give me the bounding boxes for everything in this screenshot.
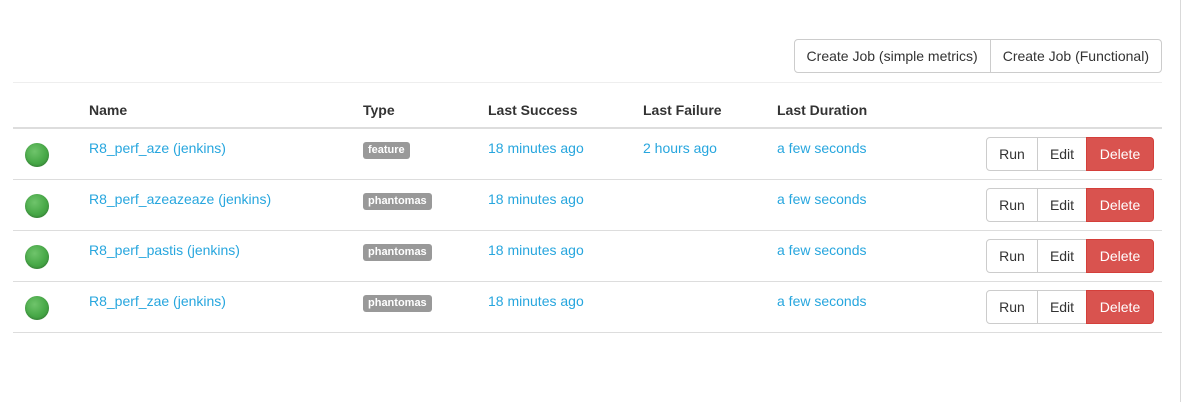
run-button[interactable]: Run — [986, 137, 1038, 171]
row-actions: Run Edit Delete — [986, 188, 1154, 222]
last-success-link[interactable]: 18 minutes ago — [488, 140, 584, 156]
table-row: R8_perf_pastis (jenkins) phantomas 18 mi… — [13, 230, 1162, 282]
job-type-badge: feature — [363, 142, 410, 159]
table-header-row: Name Type Last Success Last Failure Last… — [13, 92, 1162, 129]
table-row: R8_perf_aze (jenkins) feature 18 minutes… — [13, 128, 1162, 180]
job-type-badge: phantomas — [363, 295, 432, 312]
header-actions — [945, 92, 1162, 129]
run-button[interactable]: Run — [986, 290, 1038, 324]
last-duration-link[interactable]: a few seconds — [777, 293, 867, 309]
header-type: Type — [355, 92, 480, 129]
last-failure-link[interactable]: 2 hours ago — [643, 140, 717, 156]
status-success-icon — [25, 296, 49, 320]
last-success-link[interactable]: 18 minutes ago — [488, 293, 584, 309]
edit-button[interactable]: Edit — [1037, 290, 1087, 324]
job-type-badge: phantomas — [363, 244, 432, 261]
delete-button[interactable]: Delete — [1086, 137, 1154, 171]
edit-button[interactable]: Edit — [1037, 137, 1087, 171]
create-job-functional-button[interactable]: Create Job (Functional) — [989, 39, 1162, 73]
jobs-table: Name Type Last Success Last Failure Last… — [13, 92, 1162, 333]
job-name-link[interactable]: R8_perf_pastis (jenkins) — [89, 242, 240, 258]
header-last-success: Last Success — [480, 92, 635, 129]
status-success-icon — [25, 143, 49, 167]
delete-button[interactable]: Delete — [1086, 290, 1154, 324]
last-duration-link[interactable]: a few seconds — [777, 242, 867, 258]
delete-button[interactable]: Delete — [1086, 239, 1154, 273]
last-success-link[interactable]: 18 minutes ago — [488, 191, 584, 207]
job-name-link[interactable]: R8_perf_zae (jenkins) — [89, 293, 226, 309]
header-name: Name — [81, 92, 355, 129]
create-job-simple-metrics-button[interactable]: Create Job (simple metrics) — [793, 39, 991, 73]
run-button[interactable]: Run — [986, 188, 1038, 222]
last-success-link[interactable]: 18 minutes ago — [488, 242, 584, 258]
header-last-duration: Last Duration — [769, 92, 945, 129]
status-success-icon — [25, 245, 49, 269]
last-duration-link[interactable]: a few seconds — [777, 191, 867, 207]
last-duration-link[interactable]: a few seconds — [777, 140, 867, 156]
edit-button[interactable]: Edit — [1037, 239, 1087, 273]
create-job-button-group: Create Job (simple metrics) Create Job (… — [793, 39, 1162, 73]
job-name-link[interactable]: R8_perf_aze (jenkins) — [89, 140, 226, 156]
job-name-link[interactable]: R8_perf_azeazeaze (jenkins) — [89, 191, 271, 207]
edit-button[interactable]: Edit — [1037, 188, 1087, 222]
status-success-icon — [25, 194, 49, 218]
table-row: R8_perf_azeazeaze (jenkins) phantomas 18… — [13, 179, 1162, 231]
delete-button[interactable]: Delete — [1086, 188, 1154, 222]
divider — [13, 82, 1162, 83]
header-status — [13, 92, 81, 129]
row-actions: Run Edit Delete — [986, 290, 1154, 324]
header-last-failure: Last Failure — [635, 92, 769, 129]
job-type-badge: phantomas — [363, 193, 432, 210]
row-actions: Run Edit Delete — [986, 239, 1154, 273]
run-button[interactable]: Run — [986, 239, 1038, 273]
row-actions: Run Edit Delete — [986, 137, 1154, 171]
table-row: R8_perf_zae (jenkins) phantomas 18 minut… — [13, 281, 1162, 333]
